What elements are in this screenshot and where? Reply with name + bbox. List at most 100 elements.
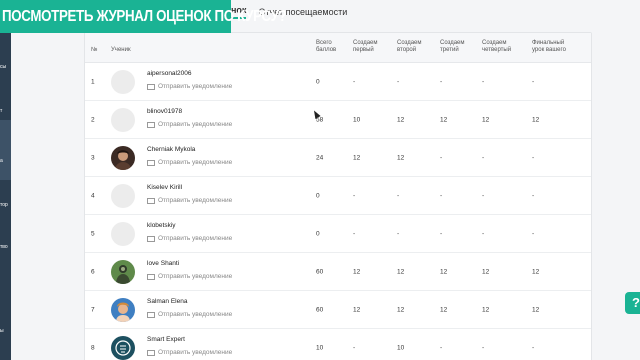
table-header: № Ученик Всего баллов Создаем первый Созда… — [85, 33, 591, 63]
cell-lesson-final: - — [532, 344, 535, 351]
cell-lesson-3: 12 — [440, 116, 448, 123]
send-notification-link[interactable]: Отправить уведомление — [147, 273, 232, 280]
cell-lesson-final: - — [532, 192, 535, 199]
table-row: 2 blinov01978 Отправить уведомление 58 10 12 1… — [85, 101, 591, 139]
cell-total: 60 — [316, 306, 324, 313]
cell-lesson-4: - — [482, 230, 485, 237]
cell-total: 10 — [316, 344, 324, 351]
cell-lesson-4: 12 — [482, 116, 490, 123]
cell-lesson-final: 12 — [532, 306, 540, 313]
table-row: 8 Smart Expert Отправить уведомление 10 - 10 -… — [85, 329, 591, 360]
student-name[interactable]: Smart Expert — [147, 336, 185, 343]
cell-lesson-1: - — [353, 192, 356, 199]
cell-lesson-4: - — [482, 192, 485, 199]
cell-lesson-3: - — [440, 344, 443, 351]
table-row: 1 aipersonal2006 Отправить уведомление 0 - - -… — [85, 63, 591, 101]
send-notification-link[interactable]: Отправить уведомление — [147, 349, 232, 356]
send-notification-link[interactable]: Отправить уведомление — [147, 197, 232, 204]
cell-lesson-4: - — [482, 344, 485, 351]
cell-lesson-1: - — [353, 230, 356, 237]
send-notification-label: Отправить уведомление — [158, 311, 233, 318]
send-notification-label: Отправить уведомление — [158, 273, 233, 280]
mail-icon — [147, 311, 155, 318]
avatar[interactable] — [111, 297, 135, 322]
header-lesson-2: Создаем второй — [397, 40, 422, 53]
send-notification-label: Отправить уведомление — [158, 235, 233, 242]
cell-lesson-1: 12 — [353, 306, 361, 313]
avatar[interactable] — [111, 221, 135, 246]
mail-icon — [147, 235, 155, 242]
mail-icon — [147, 121, 155, 128]
avatar[interactable] — [111, 259, 135, 284]
sidebar-item-label[interactable]: тор — [0, 202, 11, 208]
grades-table: № Ученик Всего баллов Создаем первый Созда… — [84, 32, 592, 360]
cell-lesson-3: - — [440, 78, 443, 85]
send-notification-label: Отправить уведомление — [158, 349, 233, 356]
mail-icon — [147, 159, 155, 166]
row-number: 4 — [91, 192, 95, 199]
header-total: Всего баллов — [316, 40, 337, 53]
help-button[interactable]: ? — [625, 292, 640, 314]
cell-lesson-1: - — [353, 78, 356, 85]
student-name[interactable]: love Shanti — [147, 260, 179, 267]
sidebar-item-label[interactable]: а — [0, 158, 11, 164]
send-notification-link[interactable]: Отправить уведомление — [147, 83, 232, 90]
mail-icon — [147, 83, 155, 90]
cell-lesson-4: 12 — [482, 306, 490, 313]
cell-lesson-3: - — [440, 230, 443, 237]
send-notification-label: Отправить уведомление — [158, 197, 233, 204]
student-name[interactable]: Salman Elena — [147, 298, 187, 305]
send-notification-link[interactable]: Отправить уведомление — [147, 311, 232, 318]
send-notification-link[interactable]: Отправить уведомление — [147, 121, 232, 128]
row-number: 6 — [91, 268, 95, 275]
table-row: 6 love Shanti Отправить уведомление 60 12 12 1… — [85, 253, 591, 291]
sidebar-item-label[interactable]: т — [0, 108, 11, 114]
student-name[interactable]: klobetskiy — [147, 222, 176, 229]
sidebar-active-item[interactable] — [0, 120, 11, 180]
header-student: Ученик — [111, 47, 131, 53]
cell-lesson-1: 10 — [353, 116, 361, 123]
send-notification-link[interactable]: Отправить уведомление — [147, 159, 232, 166]
student-name[interactable]: aipersonal2006 — [147, 70, 191, 77]
avatar[interactable] — [111, 183, 135, 208]
sidebar-item-label[interactable]: ы — [0, 328, 11, 334]
row-number: 2 — [91, 116, 95, 123]
avatar[interactable] — [111, 69, 135, 94]
student-name[interactable]: blinov01978 — [147, 108, 182, 115]
cell-total: 0 — [316, 230, 320, 237]
table-row: 4 Kiselev Kirill Отправить уведомление 0 - - -… — [85, 177, 591, 215]
header-num: № — [91, 47, 98, 53]
mail-icon — [147, 273, 155, 280]
row-number: 8 — [91, 344, 95, 351]
header-lesson-3: Создаем третий — [440, 40, 465, 53]
cell-lesson-2: 12 — [397, 154, 405, 161]
cell-lesson-1: 12 — [353, 268, 361, 275]
student-name[interactable]: Kiselev Kirill — [147, 184, 182, 191]
cell-lesson-final: 12 — [532, 268, 540, 275]
cell-lesson-final: - — [532, 78, 535, 85]
cell-lesson-2: 12 — [397, 268, 405, 275]
student-name[interactable]: Cherniak Mykola — [147, 146, 195, 153]
avatar[interactable] — [111, 107, 135, 132]
row-number: 5 — [91, 230, 95, 237]
avatar[interactable] — [111, 145, 135, 170]
send-notification-link[interactable]: Отправить уведомление — [147, 235, 232, 242]
sidebar-item-label[interactable]: сы — [0, 64, 11, 70]
cell-total: 0 — [316, 192, 320, 199]
sidebar-item-label[interactable]: тво — [0, 244, 11, 250]
cell-lesson-final: - — [532, 154, 535, 161]
table-row: 3 Cherniak Mykola Отправить уведомление 24 1… — [85, 139, 591, 177]
cell-lesson-4: 12 — [482, 268, 490, 275]
row-number: 3 — [91, 154, 95, 161]
send-notification-label: Отправить уведомление — [158, 121, 233, 128]
cell-lesson-3: 12 — [440, 268, 448, 275]
table-row: 5 klobetskiy Отправить уведомление 0 - - - - - — [85, 215, 591, 253]
cell-lesson-2: - — [397, 78, 400, 85]
cell-lesson-final: - — [532, 230, 535, 237]
avatar[interactable] — [111, 335, 135, 360]
cell-lesson-3: 12 — [440, 306, 448, 313]
sidebar: сы т а тор тво ы — [0, 0, 11, 360]
header-lesson-final: Финальный урок вашего — [532, 40, 566, 53]
cell-lesson-1: - — [353, 344, 356, 351]
cell-lesson-1: 12 — [353, 154, 361, 161]
